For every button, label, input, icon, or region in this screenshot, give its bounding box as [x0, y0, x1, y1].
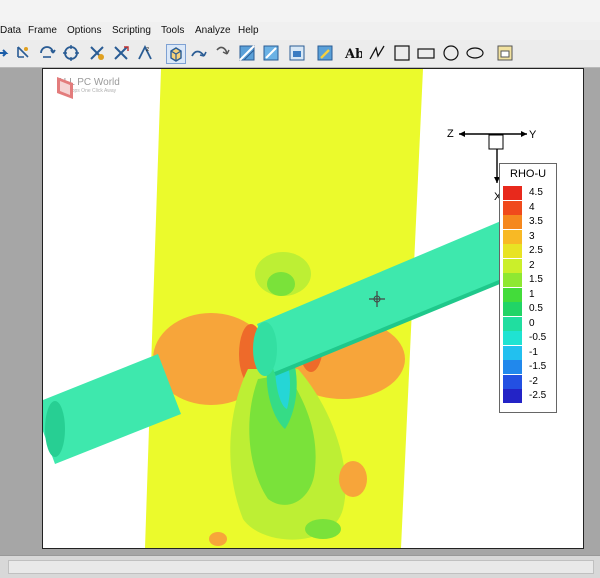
cylinder-right-cap: [253, 322, 277, 376]
legend-label: -0.5: [529, 332, 547, 343]
bottom-green-blob: [305, 519, 341, 539]
legend-label: -1: [529, 346, 538, 358]
menu-help[interactable]: Help: [238, 25, 259, 36]
plot-frame[interactable]: ALL PC World Free Apps One Click Away Z …: [42, 68, 584, 549]
menu-bar: Data Frame Options Scripting Tools Analy…: [0, 22, 600, 40]
curve-arrow-icon[interactable]: [214, 44, 232, 62]
ellipse-icon[interactable]: [466, 44, 484, 62]
axis-label-y: Y: [529, 129, 537, 141]
bottom-orange-blob: [209, 532, 227, 546]
legend-level: 2.5: [503, 244, 553, 258]
svg-text:Ab: Ab: [344, 47, 362, 62]
legend-swatch: [503, 360, 522, 374]
zoom-icon[interactable]: [88, 44, 106, 62]
legend-label: 2.5: [529, 245, 543, 256]
legend-level: 1: [503, 287, 553, 302]
upstream-green-inner: [267, 272, 295, 296]
zoom-box-icon[interactable]: [112, 44, 130, 62]
title-bar: [0, 0, 600, 22]
legend-level: 0.5: [503, 302, 553, 316]
slice-icon[interactable]: [262, 44, 280, 62]
toolbar: z Ab: [0, 40, 600, 68]
legend-label: 0.5: [529, 303, 543, 314]
translate-icon[interactable]: [62, 44, 80, 62]
legend-level: 3.5: [503, 215, 553, 229]
legend-level: 4.5: [503, 186, 553, 200]
legend-level: -1: [503, 345, 553, 360]
contour-legend[interactable]: RHO-U 4.5 4 3.5 3 2.5 2 1.5 1 0.5 0 -0.5 -1 -1.5 -2 -2…: [499, 163, 557, 413]
legend-swatch: [503, 302, 522, 316]
legend-label: 4: [529, 201, 535, 213]
legend-label: 1: [529, 288, 535, 300]
rectangle-icon[interactable]: [417, 44, 435, 62]
legend-label: 2: [529, 259, 535, 271]
square-icon[interactable]: [393, 44, 411, 62]
frame-icon[interactable]: [496, 44, 514, 62]
cylinder-left-cap: [45, 401, 65, 457]
circle-icon[interactable]: [442, 44, 460, 62]
probe-icon[interactable]: [14, 44, 32, 62]
legend-level: -2.5: [503, 389, 553, 403]
legend-level: 3: [503, 229, 553, 244]
edit-icon[interactable]: [316, 44, 334, 62]
legend-label: 4.5: [529, 187, 543, 198]
legend-swatch: [503, 389, 522, 403]
legend-swatch: [503, 273, 522, 287]
menu-scripting[interactable]: Scripting: [112, 25, 151, 36]
line-icon[interactable]: [368, 44, 386, 62]
contour-icon[interactable]: [238, 44, 256, 62]
legend-level: 0: [503, 316, 553, 331]
legend-level: 2: [503, 258, 553, 273]
arrow-right-icon[interactable]: [0, 44, 12, 62]
legend-swatch: [503, 215, 522, 229]
menu-data[interactable]: Data: [0, 25, 21, 36]
iso-surface-icon[interactable]: [288, 44, 306, 62]
stream-icon[interactable]: [190, 44, 208, 62]
legend-swatch: [503, 345, 522, 360]
legend-level: 4: [503, 200, 553, 215]
menu-frame[interactable]: Frame: [28, 25, 57, 36]
legend-swatch: [503, 200, 522, 215]
menu-options[interactable]: Options: [67, 25, 101, 36]
svg-text:z: z: [146, 46, 149, 53]
legend-label: -2.5: [529, 390, 547, 401]
legend-swatch: [503, 244, 522, 258]
legend-label: 3: [529, 230, 535, 242]
3d-rotate-icon[interactable]: z: [136, 44, 154, 62]
legend-swatch: [503, 287, 522, 302]
menu-analyze[interactable]: Analyze: [195, 25, 231, 36]
axis-label-z: Z: [447, 128, 454, 140]
legend-label: 1.5: [529, 274, 543, 285]
legend-level: 1.5: [503, 273, 553, 287]
status-field: [8, 560, 594, 574]
downstream-orange-blob: [339, 461, 367, 497]
legend-label: -2: [529, 375, 538, 387]
legend-level: -0.5: [503, 331, 553, 345]
legend-swatch: [503, 258, 522, 273]
rotate-icon[interactable]: [38, 44, 56, 62]
status-bar: [0, 555, 600, 578]
legend-swatch: [503, 374, 522, 389]
legend-level: -2: [503, 374, 553, 389]
watermark-logo-icon: [57, 77, 73, 99]
watermark: ALL PC World Free Apps One Click Away: [57, 77, 120, 99]
menu-tools[interactable]: Tools: [161, 25, 184, 36]
legend-title: RHO-U: [510, 168, 547, 180]
legend-level: -1.5: [503, 360, 553, 374]
legend-label: -1.5: [529, 361, 547, 372]
text-icon[interactable]: Ab: [344, 44, 364, 62]
legend-label: 0: [529, 317, 535, 329]
title-faded: [577, 5, 580, 15]
legend-swatch: [503, 229, 522, 244]
legend-swatch: [503, 316, 522, 331]
legend-swatch: [503, 331, 522, 345]
legend-swatch: [503, 186, 522, 200]
legend-label: 3.5: [529, 216, 543, 227]
view-cube-icon[interactable]: [166, 44, 186, 64]
